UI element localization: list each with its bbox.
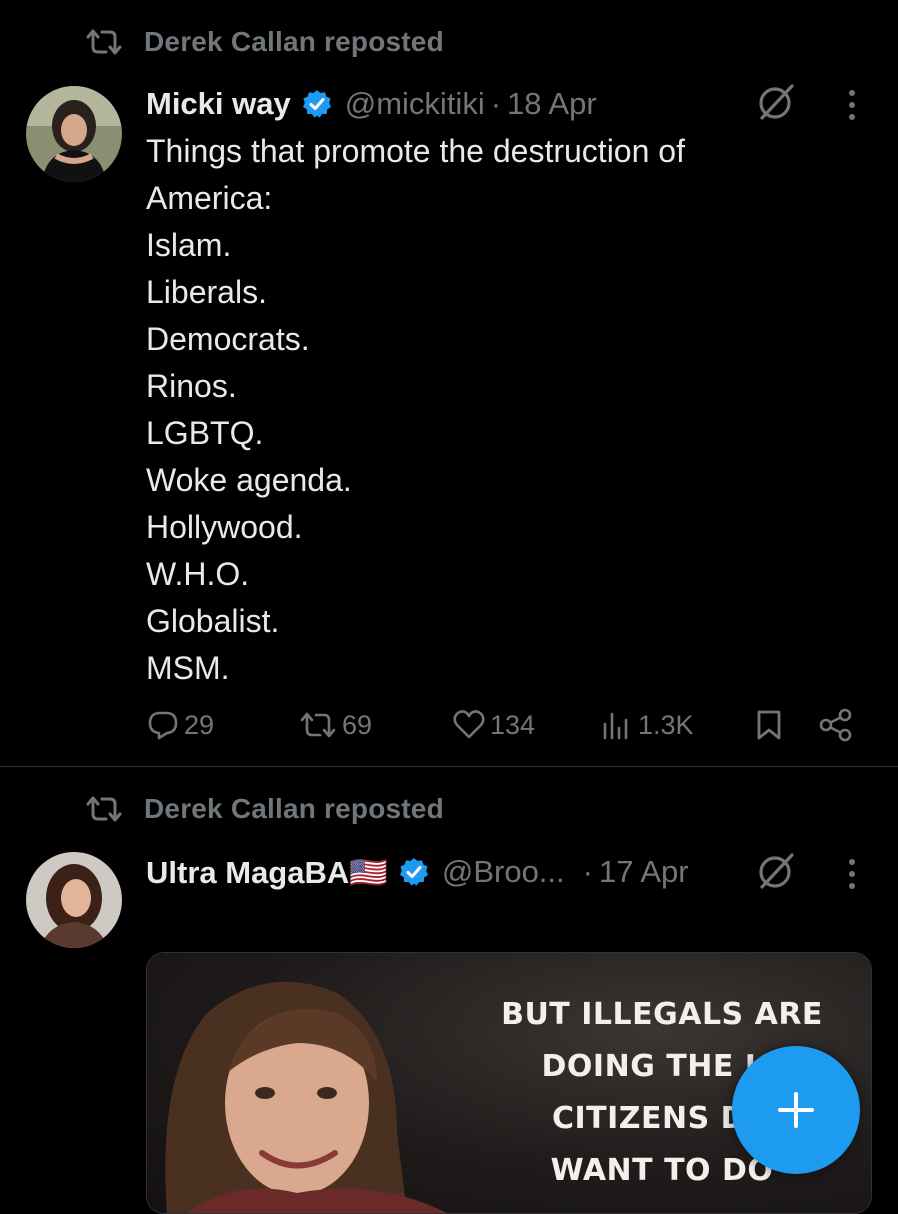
tweet-text-line: Globalist. bbox=[146, 603, 280, 639]
reply-button[interactable]: 29 bbox=[146, 708, 214, 742]
like-count: 134 bbox=[490, 709, 536, 740]
author-handle[interactable]: @Broo... bbox=[442, 854, 565, 890]
tweet-text-line: Islam. bbox=[146, 227, 232, 263]
tweet-text-line: Woke agenda. bbox=[146, 462, 352, 498]
media-caption-line: BUT ILLEGALS ARE bbox=[501, 997, 823, 1032]
author-handle[interactable]: @mickitiki bbox=[345, 86, 485, 122]
tweet-text: Things that promote the destruction of A… bbox=[146, 128, 685, 692]
separator: · bbox=[490, 86, 502, 121]
tweet-text-line: LGBTQ. bbox=[146, 415, 264, 451]
repost-context[interactable]: Derek Callan reposted bbox=[82, 26, 444, 58]
timestamp[interactable]: 17 Apr bbox=[599, 854, 689, 890]
tweet-text-line: America: bbox=[146, 180, 273, 216]
tweet-text-line: Liberals. bbox=[146, 274, 267, 310]
avatar[interactable] bbox=[26, 86, 122, 182]
like-button[interactable]: 134 bbox=[452, 708, 535, 742]
bookmark-button[interactable] bbox=[754, 708, 784, 742]
tweet[interactable]: Derek Callan reposted Micki way @mickiti… bbox=[0, 0, 898, 766]
repost-icon bbox=[300, 712, 336, 738]
grok-icon[interactable] bbox=[754, 80, 798, 124]
avatar-image bbox=[26, 852, 122, 948]
verified-badge-icon[interactable] bbox=[398, 856, 430, 888]
views-button[interactable]: 1.3K bbox=[600, 708, 694, 742]
repost-icon bbox=[86, 796, 122, 822]
share-button[interactable] bbox=[818, 708, 854, 742]
plus-icon bbox=[778, 1092, 814, 1128]
media-portrait bbox=[165, 981, 447, 1213]
tweet-text-line: Hollywood. bbox=[146, 509, 303, 545]
more-vertical-icon[interactable] bbox=[846, 857, 858, 891]
avatar[interactable] bbox=[26, 852, 122, 948]
tweet-actions: 29 69 134 1.3K bbox=[146, 700, 858, 752]
repost-label: Derek Callan reposted bbox=[144, 793, 444, 824]
repost-button[interactable]: 69 bbox=[298, 708, 372, 742]
author-name[interactable]: Micki way bbox=[146, 86, 291, 122]
views-count: 1.3K bbox=[638, 709, 694, 740]
tweet-text-line: W.H.O. bbox=[146, 556, 250, 592]
timestamp[interactable]: 18 Apr bbox=[507, 86, 597, 122]
bookmark-icon bbox=[757, 710, 781, 740]
grok-icon[interactable] bbox=[754, 849, 798, 893]
tweet-text-line: Rinos. bbox=[146, 368, 237, 404]
repost-count: 69 bbox=[342, 709, 373, 740]
repost-icon bbox=[86, 29, 122, 55]
views-icon bbox=[603, 712, 628, 740]
tweet-header: Ultra MagaBA🇺🇸 @Broo... · 17 Apr bbox=[146, 852, 689, 892]
tweet-text-line: Things that promote the destruction of bbox=[146, 133, 685, 169]
repost-label: Derek Callan reposted bbox=[144, 26, 444, 57]
share-icon bbox=[819, 708, 852, 742]
tweet-text-line: Democrats. bbox=[146, 321, 310, 357]
verified-badge-icon[interactable] bbox=[301, 88, 333, 120]
reply-icon bbox=[148, 711, 178, 740]
tweet-text-line: MSM. bbox=[146, 650, 230, 686]
more-vertical-icon[interactable] bbox=[846, 88, 858, 122]
author-name[interactable]: Ultra MagaBA🇺🇸 bbox=[146, 854, 388, 891]
avatar-image bbox=[26, 86, 122, 182]
compose-button[interactable] bbox=[732, 1046, 860, 1174]
tweet-header: Micki way @mickitiki · 18 Apr bbox=[146, 84, 597, 124]
separator: · bbox=[582, 854, 593, 889]
repost-context[interactable]: Derek Callan reposted bbox=[82, 793, 444, 825]
heart-icon bbox=[453, 710, 485, 739]
reply-count: 29 bbox=[184, 709, 215, 740]
